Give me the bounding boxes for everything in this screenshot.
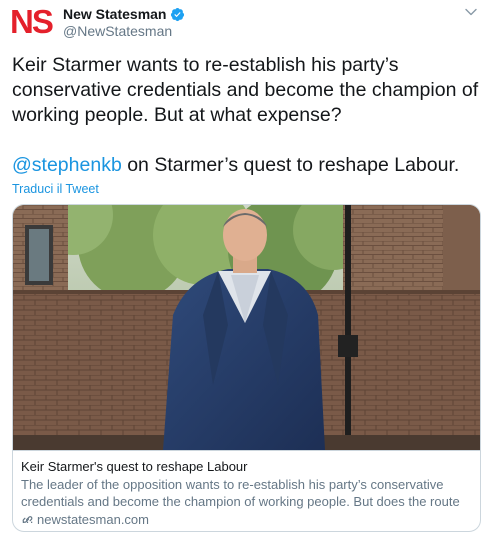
handle[interactable]: @NewStatesman: [63, 22, 172, 40]
svg-text:NS: NS: [10, 3, 53, 39]
tweet-text-paragraph-2: @stephenkb on Starmer’s quest to reshape…: [12, 153, 482, 178]
link-icon: [21, 513, 34, 526]
name-row: New Statesman: [63, 5, 185, 23]
card-image[interactable]: [13, 205, 480, 451]
chevron-down-icon[interactable]: [463, 4, 479, 20]
translate-tweet-link[interactable]: Traduci il Tweet: [12, 181, 99, 197]
card-domain: newstatesman.com: [21, 511, 149, 528]
new-statesman-logo: NS: [10, 3, 55, 39]
card-domain-text: newstatesman.com: [37, 512, 149, 527]
tweet[interactable]: NS New Statesman @NewStatesman Keir Star…: [0, 0, 489, 543]
tweet-text-paragraph: Keir Starmer wants to re-establish his p…: [12, 54, 479, 126]
verified-badge-icon: [170, 7, 185, 22]
avatar[interactable]: NS: [10, 3, 56, 39]
mention-link[interactable]: @stephenkb: [12, 154, 122, 176]
link-preview-card[interactable]: Keir Starmer's quest to reshape Labour T…: [12, 204, 481, 532]
display-name[interactable]: New Statesman: [63, 5, 166, 23]
tweet-text-tail: on Starmer’s quest to reshape Labour.: [121, 154, 460, 176]
card-title: Keir Starmer's quest to reshape Labour: [21, 459, 248, 474]
tweet-text: Keir Starmer wants to re-establish his p…: [12, 53, 482, 178]
